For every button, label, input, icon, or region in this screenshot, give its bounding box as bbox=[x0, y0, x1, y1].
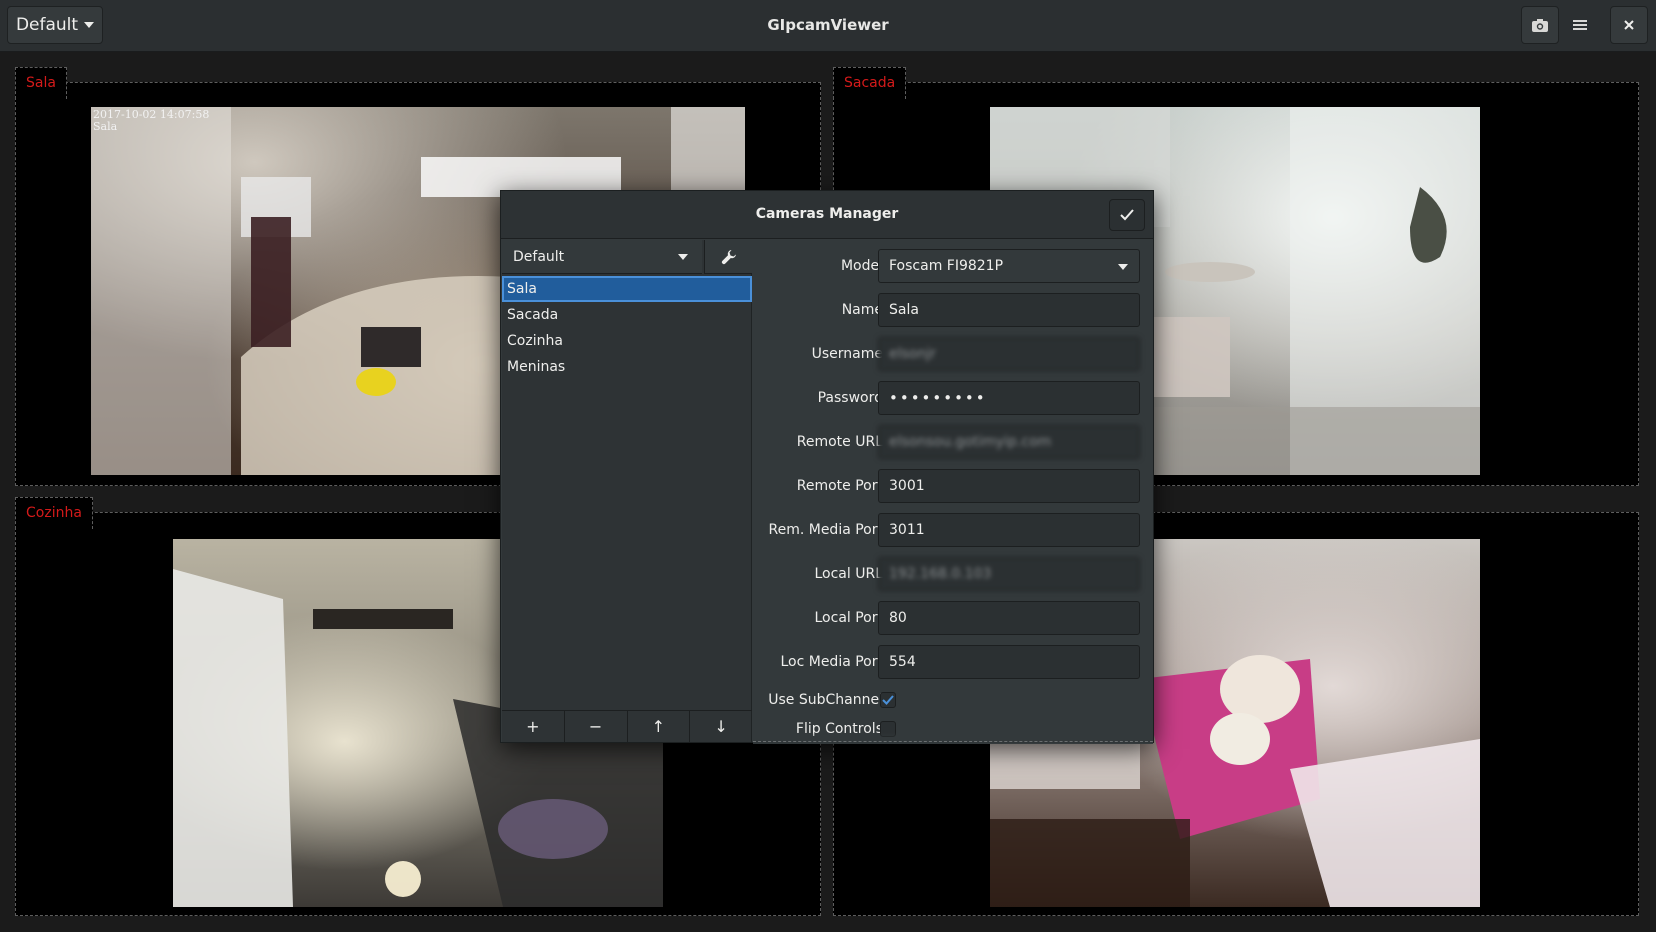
loc-media-port-row: Loc Media Port 554 bbox=[753, 645, 1153, 679]
add-camera-button[interactable]: + bbox=[502, 711, 565, 742]
name-row: Name Sala bbox=[753, 293, 1153, 327]
remote-url-field[interactable]: elsonsou.gotimyip.com bbox=[878, 425, 1140, 459]
password-label: Password bbox=[817, 390, 883, 406]
snapshot-button[interactable] bbox=[1521, 6, 1559, 44]
move-down-button[interactable]: ↓ bbox=[690, 711, 752, 742]
profile-combo[interactable]: Default bbox=[502, 240, 702, 274]
username-row: Username elsonjr bbox=[753, 337, 1153, 371]
local-url-label: Local URL bbox=[814, 566, 883, 582]
camera-settings-form: Model Foscam FI9821P Name Sala Username … bbox=[753, 240, 1153, 744]
local-port-field[interactable]: 80 bbox=[878, 601, 1140, 635]
header-bar: Default GIpcamViewer bbox=[0, 0, 1656, 52]
name-field[interactable]: Sala bbox=[878, 293, 1140, 327]
dialog-title: Cameras Manager bbox=[755, 206, 899, 222]
list-item-cozinha[interactable]: Cozinha bbox=[502, 328, 752, 354]
dialog-header: Cameras Manager bbox=[501, 191, 1153, 239]
remote-url-row: Remote URL elsonsou.gotimyip.com bbox=[753, 425, 1153, 459]
close-window-button[interactable] bbox=[1610, 6, 1648, 44]
list-item-meninas[interactable]: Meninas bbox=[502, 354, 752, 380]
username-field[interactable]: elsonjr bbox=[878, 337, 1140, 371]
local-port-label: Local Port bbox=[814, 610, 884, 626]
rem-media-port-field[interactable]: 3011 bbox=[878, 513, 1140, 547]
scroll-fade bbox=[753, 732, 1153, 744]
username-label: Username bbox=[811, 346, 883, 362]
model-label: Model bbox=[840, 258, 883, 274]
main-menu-button[interactable] bbox=[1561, 6, 1599, 44]
remote-port-field[interactable]: 3001 bbox=[878, 469, 1140, 503]
remote-port-row: Remote Port 3001 bbox=[753, 469, 1153, 503]
model-row: Model Foscam FI9821P bbox=[753, 249, 1153, 283]
list-toolbar: + − ↑ ↓ bbox=[502, 710, 752, 742]
profile-settings-button[interactable] bbox=[704, 240, 752, 274]
hamburger-menu-icon bbox=[1573, 20, 1587, 30]
local-url-row: Local URL 192.168.0.103 bbox=[753, 557, 1153, 591]
use-subchannel-checkbox[interactable] bbox=[880, 692, 896, 708]
password-field[interactable]: ••••••••• bbox=[878, 381, 1140, 415]
name-label: Name bbox=[841, 302, 883, 318]
camera-list-panel: Default Sala Sacada Cozinha Meninas + − … bbox=[502, 240, 752, 742]
password-row: Password ••••••••• bbox=[753, 381, 1153, 415]
overlay-camera-name: Sala bbox=[93, 120, 118, 133]
remote-url-label: Remote URL bbox=[796, 434, 883, 450]
loc-media-port-field[interactable]: 554 bbox=[878, 645, 1140, 679]
model-value: Foscam FI9821P bbox=[889, 258, 1004, 274]
camera-label-cozinha: Cozinha bbox=[15, 497, 93, 529]
camera-overlay-sala: 2017-10-02 14:07:58 Sala bbox=[93, 109, 209, 133]
remote-port-label: Remote Port bbox=[796, 478, 883, 494]
rem-media-port-row: Rem. Media Port 3011 bbox=[753, 513, 1153, 547]
camera-list: Sala Sacada Cozinha Meninas bbox=[502, 276, 752, 380]
move-up-button[interactable]: ↑ bbox=[628, 711, 691, 742]
list-item-sacada[interactable]: Sacada bbox=[502, 302, 752, 328]
profile-combo-value: Default bbox=[513, 248, 565, 265]
checkmark-icon bbox=[1120, 209, 1134, 221]
camera-label-sala: Sala bbox=[15, 67, 67, 99]
list-item-sala[interactable]: Sala bbox=[502, 276, 752, 302]
rem-media-port-label: Rem. Media Port bbox=[768, 522, 883, 538]
chevron-down-icon bbox=[1118, 264, 1128, 270]
local-port-row: Local Port 80 bbox=[753, 601, 1153, 635]
remove-camera-button[interactable]: − bbox=[565, 711, 628, 742]
model-select[interactable]: Foscam FI9821P bbox=[878, 249, 1140, 283]
loc-media-port-label: Loc Media Port bbox=[780, 654, 883, 670]
scroll-indicator bbox=[753, 741, 1153, 742]
camera-icon bbox=[1532, 18, 1548, 32]
local-url-field[interactable]: 192.168.0.103 bbox=[878, 557, 1140, 591]
wrench-icon bbox=[721, 249, 736, 264]
close-icon bbox=[1624, 20, 1634, 30]
camera-label-sacada: Sacada bbox=[833, 67, 907, 99]
chevron-down-icon bbox=[678, 254, 688, 260]
confirm-button[interactable] bbox=[1109, 199, 1145, 231]
app-title: GIpcamViewer bbox=[767, 16, 889, 34]
checkmark-icon bbox=[882, 695, 894, 705]
cameras-manager-dialog: Cameras Manager Default Sala Sacada Cozi… bbox=[500, 190, 1154, 744]
